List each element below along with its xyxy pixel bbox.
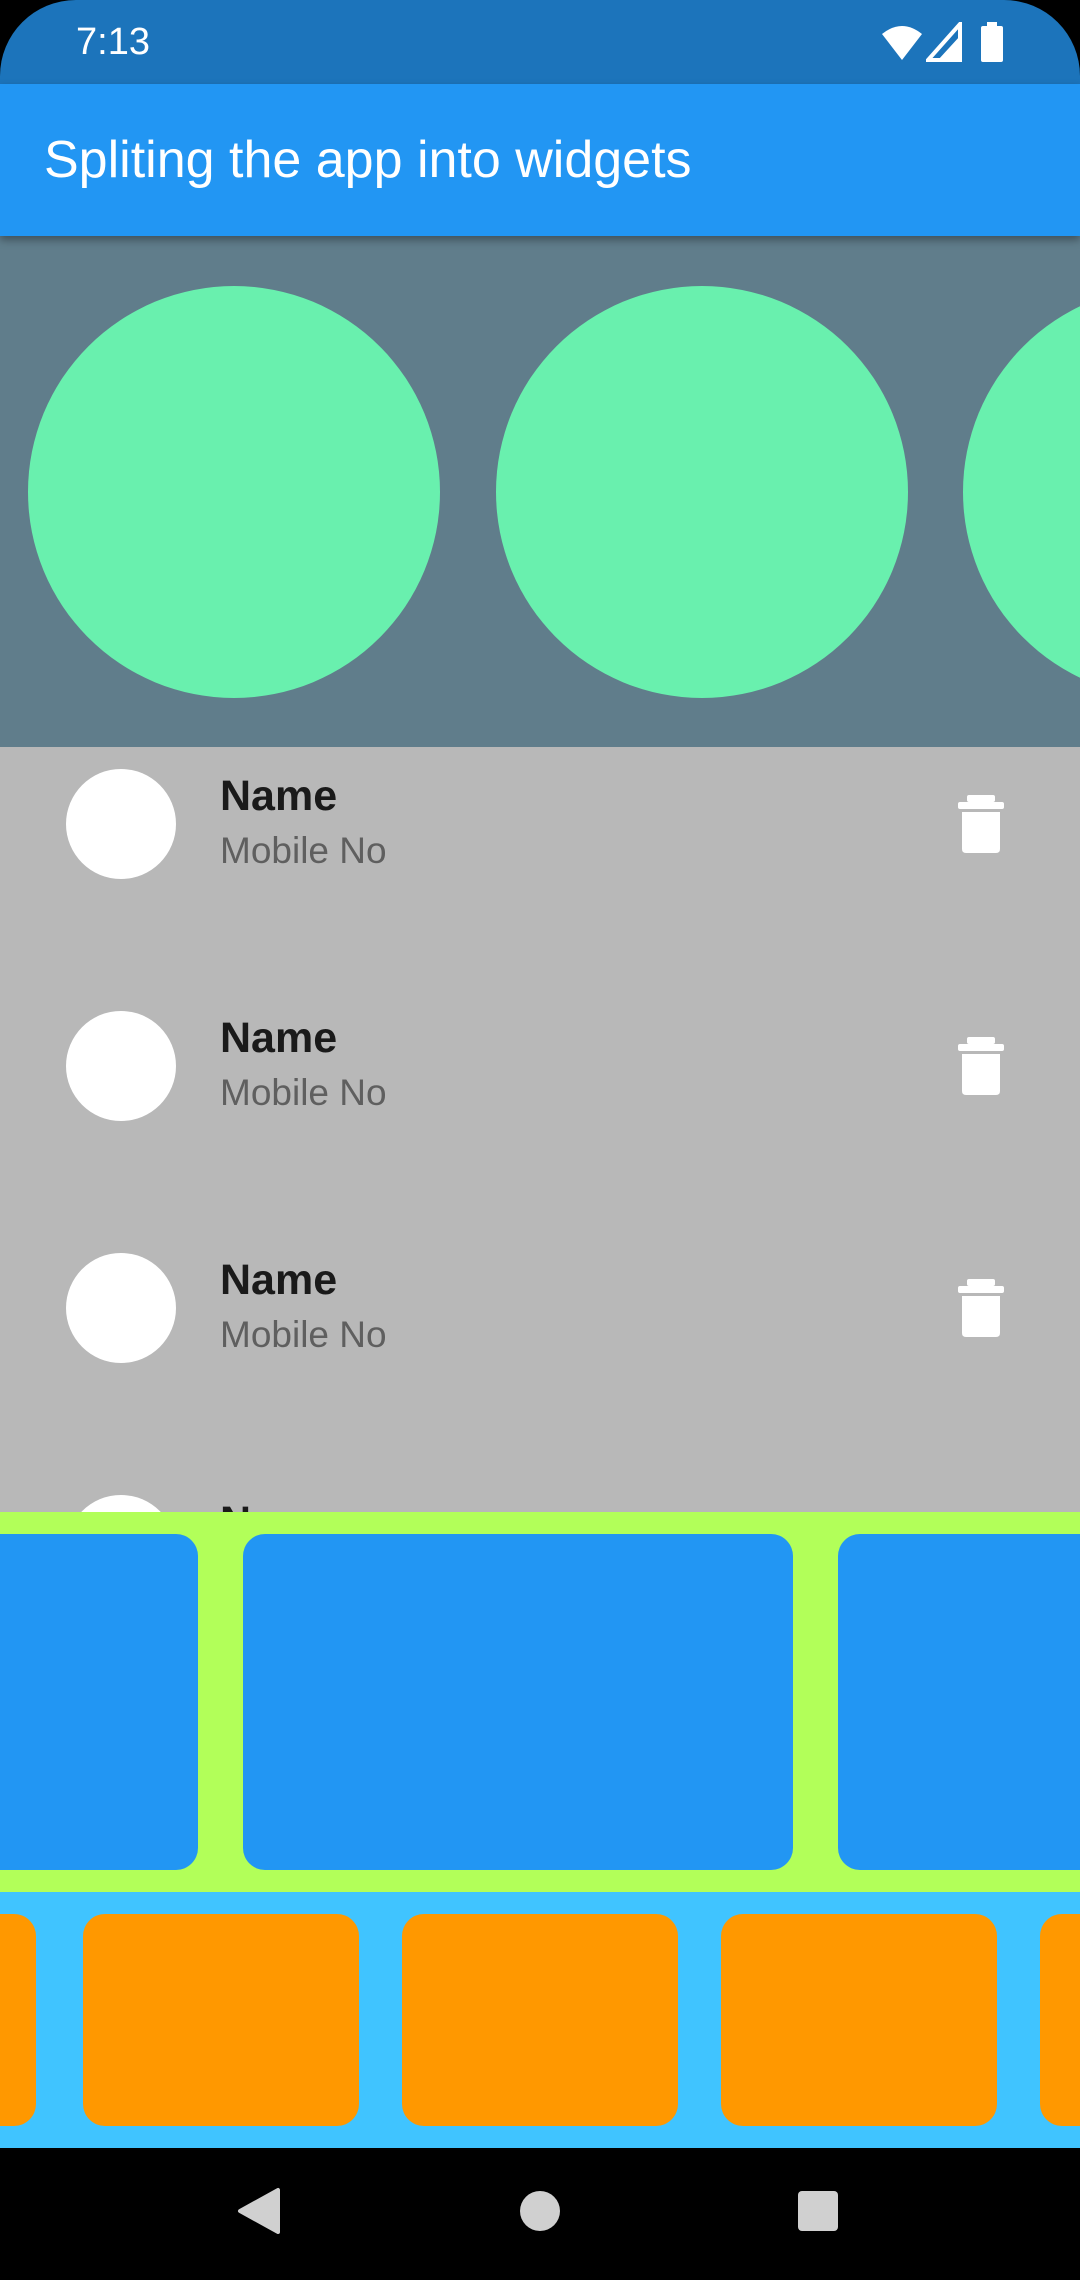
signal-icon — [926, 22, 962, 62]
orange-tile[interactable] — [721, 1914, 997, 2126]
tile-carousel[interactable] — [0, 1892, 1080, 2148]
carousel-circle[interactable] — [963, 286, 1080, 698]
battery-icon — [981, 22, 1003, 62]
contact-mobile: Mobile No — [220, 1314, 387, 1355]
contact-name: Name — [220, 1497, 337, 1512]
avatar — [66, 1011, 176, 1121]
navigation-bar — [0, 2148, 1080, 2280]
trash-icon[interactable] — [950, 1277, 1012, 1339]
wifi-icon — [882, 26, 922, 60]
phone-screen: 7:13 Spliting the app into widgets Name … — [0, 0, 1080, 2280]
back-icon[interactable] — [236, 2186, 280, 2236]
app-title: Spliting the app into widgets — [44, 131, 692, 189]
avatar — [66, 1495, 176, 1512]
carousel-circle[interactable] — [496, 286, 908, 698]
contact-row[interactable]: Name Mobile No — [0, 1241, 1080, 1483]
orange-tile[interactable] — [402, 1914, 678, 2126]
carousel-circle[interactable] — [28, 286, 440, 698]
blue-card[interactable] — [243, 1534, 793, 1870]
app-bar: Spliting the app into widgets — [0, 84, 1080, 236]
circle-carousel[interactable] — [0, 236, 1080, 747]
orange-tile[interactable] — [83, 1914, 359, 2126]
trash-icon[interactable] — [950, 1035, 1012, 1097]
contact-row[interactable]: Name Mobile No — [0, 757, 1080, 999]
contact-mobile: Mobile No — [220, 830, 387, 871]
contact-row[interactable]: Name — [0, 1483, 1080, 1512]
contact-mobile: Mobile No — [220, 1072, 387, 1113]
card-carousel[interactable] — [0, 1512, 1080, 1892]
blue-card[interactable] — [0, 1534, 198, 1870]
recents-icon[interactable] — [796, 2186, 840, 2236]
orange-tile[interactable] — [0, 1914, 36, 2126]
contact-name: Name — [220, 1256, 338, 1304]
orange-tile[interactable] — [1040, 1914, 1080, 2126]
blue-card[interactable] — [838, 1534, 1080, 1870]
status-bar: 7:13 — [0, 0, 1080, 84]
contact-name: Name — [220, 1014, 338, 1062]
contact-list[interactable]: Name Mobile No Name Mobile No Name Mobil… — [0, 747, 1080, 1512]
home-icon[interactable] — [518, 2186, 562, 2236]
status-time: 7:13 — [76, 21, 150, 63]
avatar — [66, 1253, 176, 1363]
trash-icon[interactable] — [950, 793, 1012, 855]
avatar — [66, 769, 176, 879]
contact-name: Name — [220, 772, 338, 820]
contact-row[interactable]: Name Mobile No — [0, 999, 1080, 1241]
